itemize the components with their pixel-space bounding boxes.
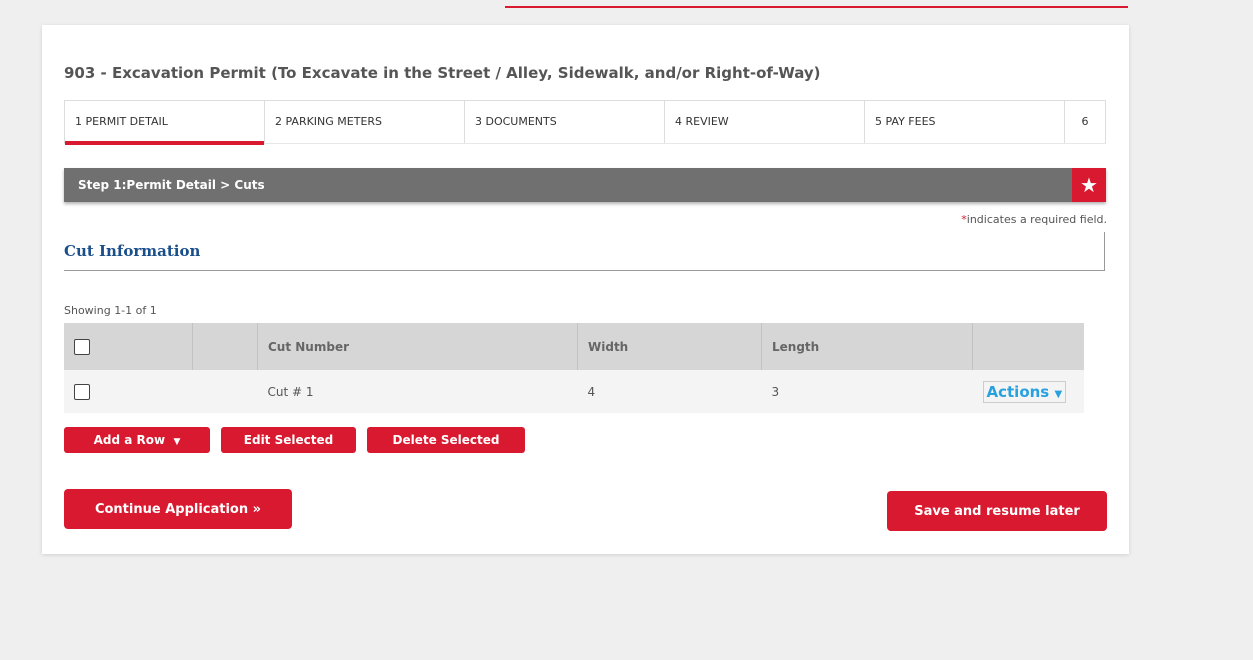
tab-6[interactable]: 6 bbox=[1065, 101, 1105, 143]
required-note-text: indicates a required field. bbox=[966, 213, 1107, 226]
continue-application-button[interactable]: Continue Application » bbox=[64, 489, 292, 529]
edit-selected-button[interactable]: Edit Selected bbox=[221, 427, 356, 453]
favorite-button[interactable]: ★ bbox=[1072, 168, 1106, 202]
tab-permit-detail[interactable]: 1 PERMIT DETAIL bbox=[65, 101, 265, 145]
actions-label: Actions bbox=[986, 382, 1050, 401]
add-row-label: Add a Row bbox=[93, 433, 166, 447]
header-cut-number: Cut Number bbox=[257, 323, 578, 370]
tab-parking-meters[interactable]: 2 PARKING METERS bbox=[265, 101, 465, 143]
tab-review[interactable]: 4 REVIEW bbox=[665, 101, 865, 143]
caret-down-icon: ▼ bbox=[1054, 388, 1063, 400]
star-icon: ★ bbox=[1080, 173, 1098, 197]
cut-information-section: Cut Information bbox=[64, 232, 1105, 271]
step-header-bar: Step 1:Permit Detail > Cuts ★ bbox=[64, 168, 1106, 202]
step-title: Step 1:Permit Detail > Cuts bbox=[78, 178, 265, 192]
table-header-row: Cut Number Width Length bbox=[64, 323, 1084, 370]
header-select-all bbox=[64, 323, 193, 370]
row-checkbox[interactable] bbox=[74, 383, 90, 400]
save-resume-later-button[interactable]: Save and resume later bbox=[887, 491, 1107, 531]
cell-width: 4 bbox=[577, 370, 762, 413]
cell-actions: Actions ▼ bbox=[972, 370, 1084, 413]
header-width: Width bbox=[577, 323, 762, 370]
page-title: 903 - Excavation Permit (To Excavate in … bbox=[64, 64, 821, 82]
actions-dropdown[interactable]: Actions ▼ bbox=[982, 380, 1067, 403]
caret-down-icon: ▼ bbox=[173, 437, 181, 447]
section-title: Cut Information bbox=[64, 242, 201, 260]
permit-panel: 903 - Excavation Permit (To Excavate in … bbox=[42, 25, 1129, 554]
cell-cut-number: Cut # 1 bbox=[257, 370, 578, 413]
header-actions bbox=[972, 323, 1084, 370]
add-row-button[interactable]: Add a Row ▼ bbox=[64, 427, 210, 453]
tab-documents[interactable]: 3 DOCUMENTS bbox=[465, 101, 665, 143]
table-row: Cut # 1 4 3 Actions ▼ bbox=[64, 370, 1084, 413]
required-field-note: *indicates a required field. bbox=[961, 213, 1107, 226]
cell-length: 3 bbox=[761, 370, 973, 413]
header-length: Length bbox=[761, 323, 973, 370]
delete-selected-button[interactable]: Delete Selected bbox=[367, 427, 525, 453]
header-spacer bbox=[192, 323, 258, 370]
wizard-tabs: 1 PERMIT DETAIL 2 PARKING METERS 3 DOCUM… bbox=[64, 100, 1106, 145]
row-spacer-cell bbox=[192, 370, 258, 413]
showing-count: Showing 1-1 of 1 bbox=[64, 304, 157, 317]
top-accent-line bbox=[505, 6, 1128, 8]
cuts-table: Cut Number Width Length Cut # 1 4 3 Acti… bbox=[64, 323, 1084, 413]
tab-pay-fees[interactable]: 5 PAY FEES bbox=[865, 101, 1065, 143]
row-select-cell bbox=[64, 370, 193, 413]
select-all-checkbox[interactable] bbox=[74, 338, 90, 355]
